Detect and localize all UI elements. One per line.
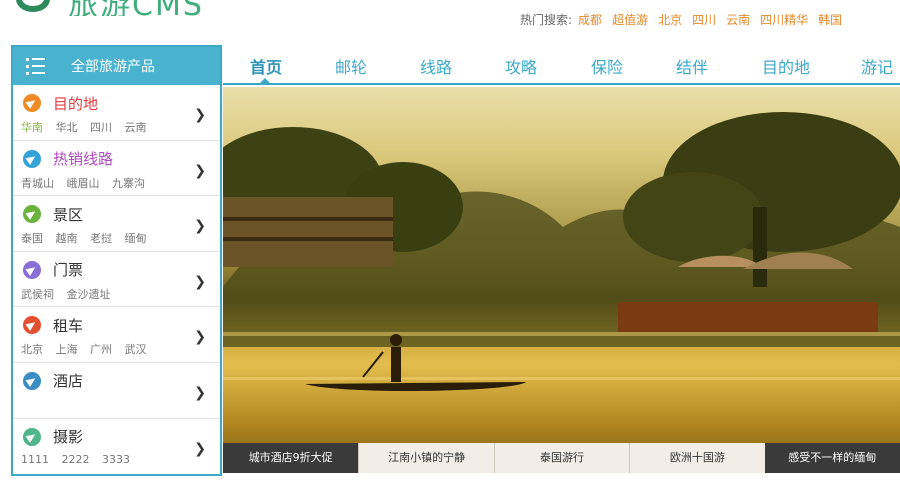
nav-item-insurance[interactable]: 保险 [591, 54, 623, 78]
category-sub-link[interactable]: 武侯祠 [21, 288, 54, 301]
category-car-rental[interactable]: 租车 北京 上海 广州 武汉 ❯ [13, 307, 220, 363]
category-sub-link[interactable]: 华南 [21, 121, 43, 134]
hot-search-link[interactable]: 北京 [658, 11, 682, 28]
hot-search-link[interactable]: 韩国 [818, 11, 842, 28]
category-sub-link[interactable]: 武汉 [125, 343, 147, 356]
paper-plane-icon [23, 205, 41, 224]
banner-tabs: 城市酒店9折大促 江南小镇的宁静 泰国游行 欧洲十国游 感受不一样的缅甸 [223, 443, 900, 473]
logo-text: 旅游CMS [68, 0, 204, 16]
category-sub-link[interactable]: 1111 [21, 453, 49, 466]
banner-tab[interactable]: 欧洲十国游 [629, 443, 765, 473]
chevron-right-icon: ❯ [194, 329, 206, 346]
chevron-right-icon: ❯ [194, 218, 206, 235]
category-sub-link[interactable]: 青城山 [21, 177, 54, 190]
hot-search-link[interactable]: 四川精华 [760, 11, 808, 28]
category-sub-link[interactable]: 3333 [102, 453, 130, 466]
category-hotel[interactable]: 酒店 ❯ [13, 363, 220, 419]
hot-search-label: 热门搜索: [520, 13, 573, 27]
category-name: 租车 [53, 316, 84, 335]
chevron-right-icon: ❯ [194, 384, 206, 401]
nav-item-destinations[interactable]: 目的地 [762, 54, 810, 78]
hero-banner[interactable]: 城市酒店9折大促 江南小镇的宁静 泰国游行 欧洲十国游 感受不一样的缅甸 [223, 87, 900, 473]
category-sub-link[interactable]: 云南 [125, 121, 147, 134]
nav-item-routes[interactable]: 线路 [420, 54, 452, 78]
banner-tab[interactable]: 泰国游行 [493, 443, 630, 473]
banner-tab[interactable]: 城市酒店9折大促 [223, 443, 359, 473]
category-sub-link[interactable]: 四川 [90, 121, 112, 134]
menu-list-icon [13, 47, 57, 85]
category-hot-routes[interactable]: 热销线路 青城山 峨眉山 九寨沟 ❯ [13, 141, 220, 197]
category-sidebar: 全部旅游产品 目的地 华南 华北 四川 云南 ❯ 热销线路 青城山 峨眉山 九寨… [11, 45, 222, 476]
chevron-right-icon: ❯ [194, 107, 206, 123]
hot-search-link[interactable]: 超值游 [612, 11, 648, 28]
nav-active-caret [259, 78, 271, 84]
logo-mark-icon [10, 0, 62, 16]
category-destination[interactable]: 目的地 华南 华北 四川 云南 ❯ [13, 85, 220, 141]
banner-tab[interactable]: 江南小镇的宁静 [358, 443, 494, 473]
logo[interactable]: 旅游CMS [10, 0, 204, 16]
nav-item-companions[interactable]: 结伴 [676, 54, 708, 78]
category-sub-link[interactable]: 峨眉山 [67, 177, 100, 190]
main-nav: 首页 邮轮 线路 攻略 保险 结伴 目的地 游记 [223, 45, 900, 85]
category-sub-link[interactable]: 老挝 [90, 232, 112, 245]
nav-item-travelogue[interactable]: 游记 [861, 54, 893, 78]
chevron-right-icon: ❯ [194, 162, 206, 179]
category-sub-link[interactable]: 缅甸 [125, 232, 147, 245]
category-sub-link[interactable]: 2222 [62, 453, 90, 466]
category-name: 景区 [53, 205, 84, 224]
hot-search-link[interactable]: 四川 [692, 11, 716, 28]
paper-plane-icon [23, 427, 41, 446]
paper-plane-icon [23, 94, 41, 112]
banner-photo [223, 112, 900, 391]
category-sub-link[interactable]: 金沙遗址 [67, 288, 111, 301]
paper-plane-icon [23, 316, 41, 335]
category-photography[interactable]: 摄影 1111 2222 3333 ❯ [13, 419, 220, 475]
chevron-right-icon: ❯ [194, 273, 206, 290]
paper-plane-icon [23, 371, 41, 390]
sidebar-title: 全部旅游产品 [71, 59, 155, 75]
category-scenic[interactable]: 景区 泰国 越南 老挝 缅甸 ❯ [13, 196, 220, 252]
paper-plane-icon [23, 260, 41, 279]
category-sub-link[interactable]: 北京 [21, 343, 43, 356]
category-sub-link[interactable]: 上海 [56, 343, 78, 356]
category-sub-link[interactable]: 华北 [56, 121, 78, 134]
category-sub-link[interactable]: 泰国 [21, 232, 43, 245]
hot-search-link[interactable]: 云南 [726, 11, 750, 28]
nav-item-home[interactable]: 首页 [250, 54, 282, 78]
chevron-right-icon: ❯ [194, 440, 206, 457]
category-name: 热销线路 [53, 150, 114, 169]
category-sub-link[interactable]: 九寨沟 [112, 177, 145, 190]
sidebar-header[interactable]: 全部旅游产品 [13, 47, 220, 85]
category-name: 酒店 [53, 372, 84, 391]
hot-search: 热门搜索: 成都 超值游 北京 四川 云南 四川精华 韩国 [520, 11, 852, 28]
category-name: 目的地 [53, 94, 99, 113]
category-sub-link[interactable]: 广州 [90, 343, 112, 356]
category-sub-link[interactable]: 越南 [56, 232, 78, 245]
page: 旅游CMS 热门搜索: 成都 超值游 北京 四川 云南 四川精华 韩国 首页 邮… [0, 0, 900, 497]
banner-tab[interactable]: 感受不一样的缅甸 [764, 443, 900, 473]
category-tickets[interactable]: 门票 武侯祠 金沙遗址 ❯ [13, 252, 220, 308]
nav-item-guides[interactable]: 攻略 [505, 54, 537, 78]
paper-plane-icon [23, 149, 41, 168]
hot-search-link[interactable]: 成都 [578, 11, 602, 28]
nav-item-cruise[interactable]: 邮轮 [335, 54, 367, 78]
category-name: 门票 [53, 261, 84, 280]
category-name: 摄影 [53, 428, 84, 447]
